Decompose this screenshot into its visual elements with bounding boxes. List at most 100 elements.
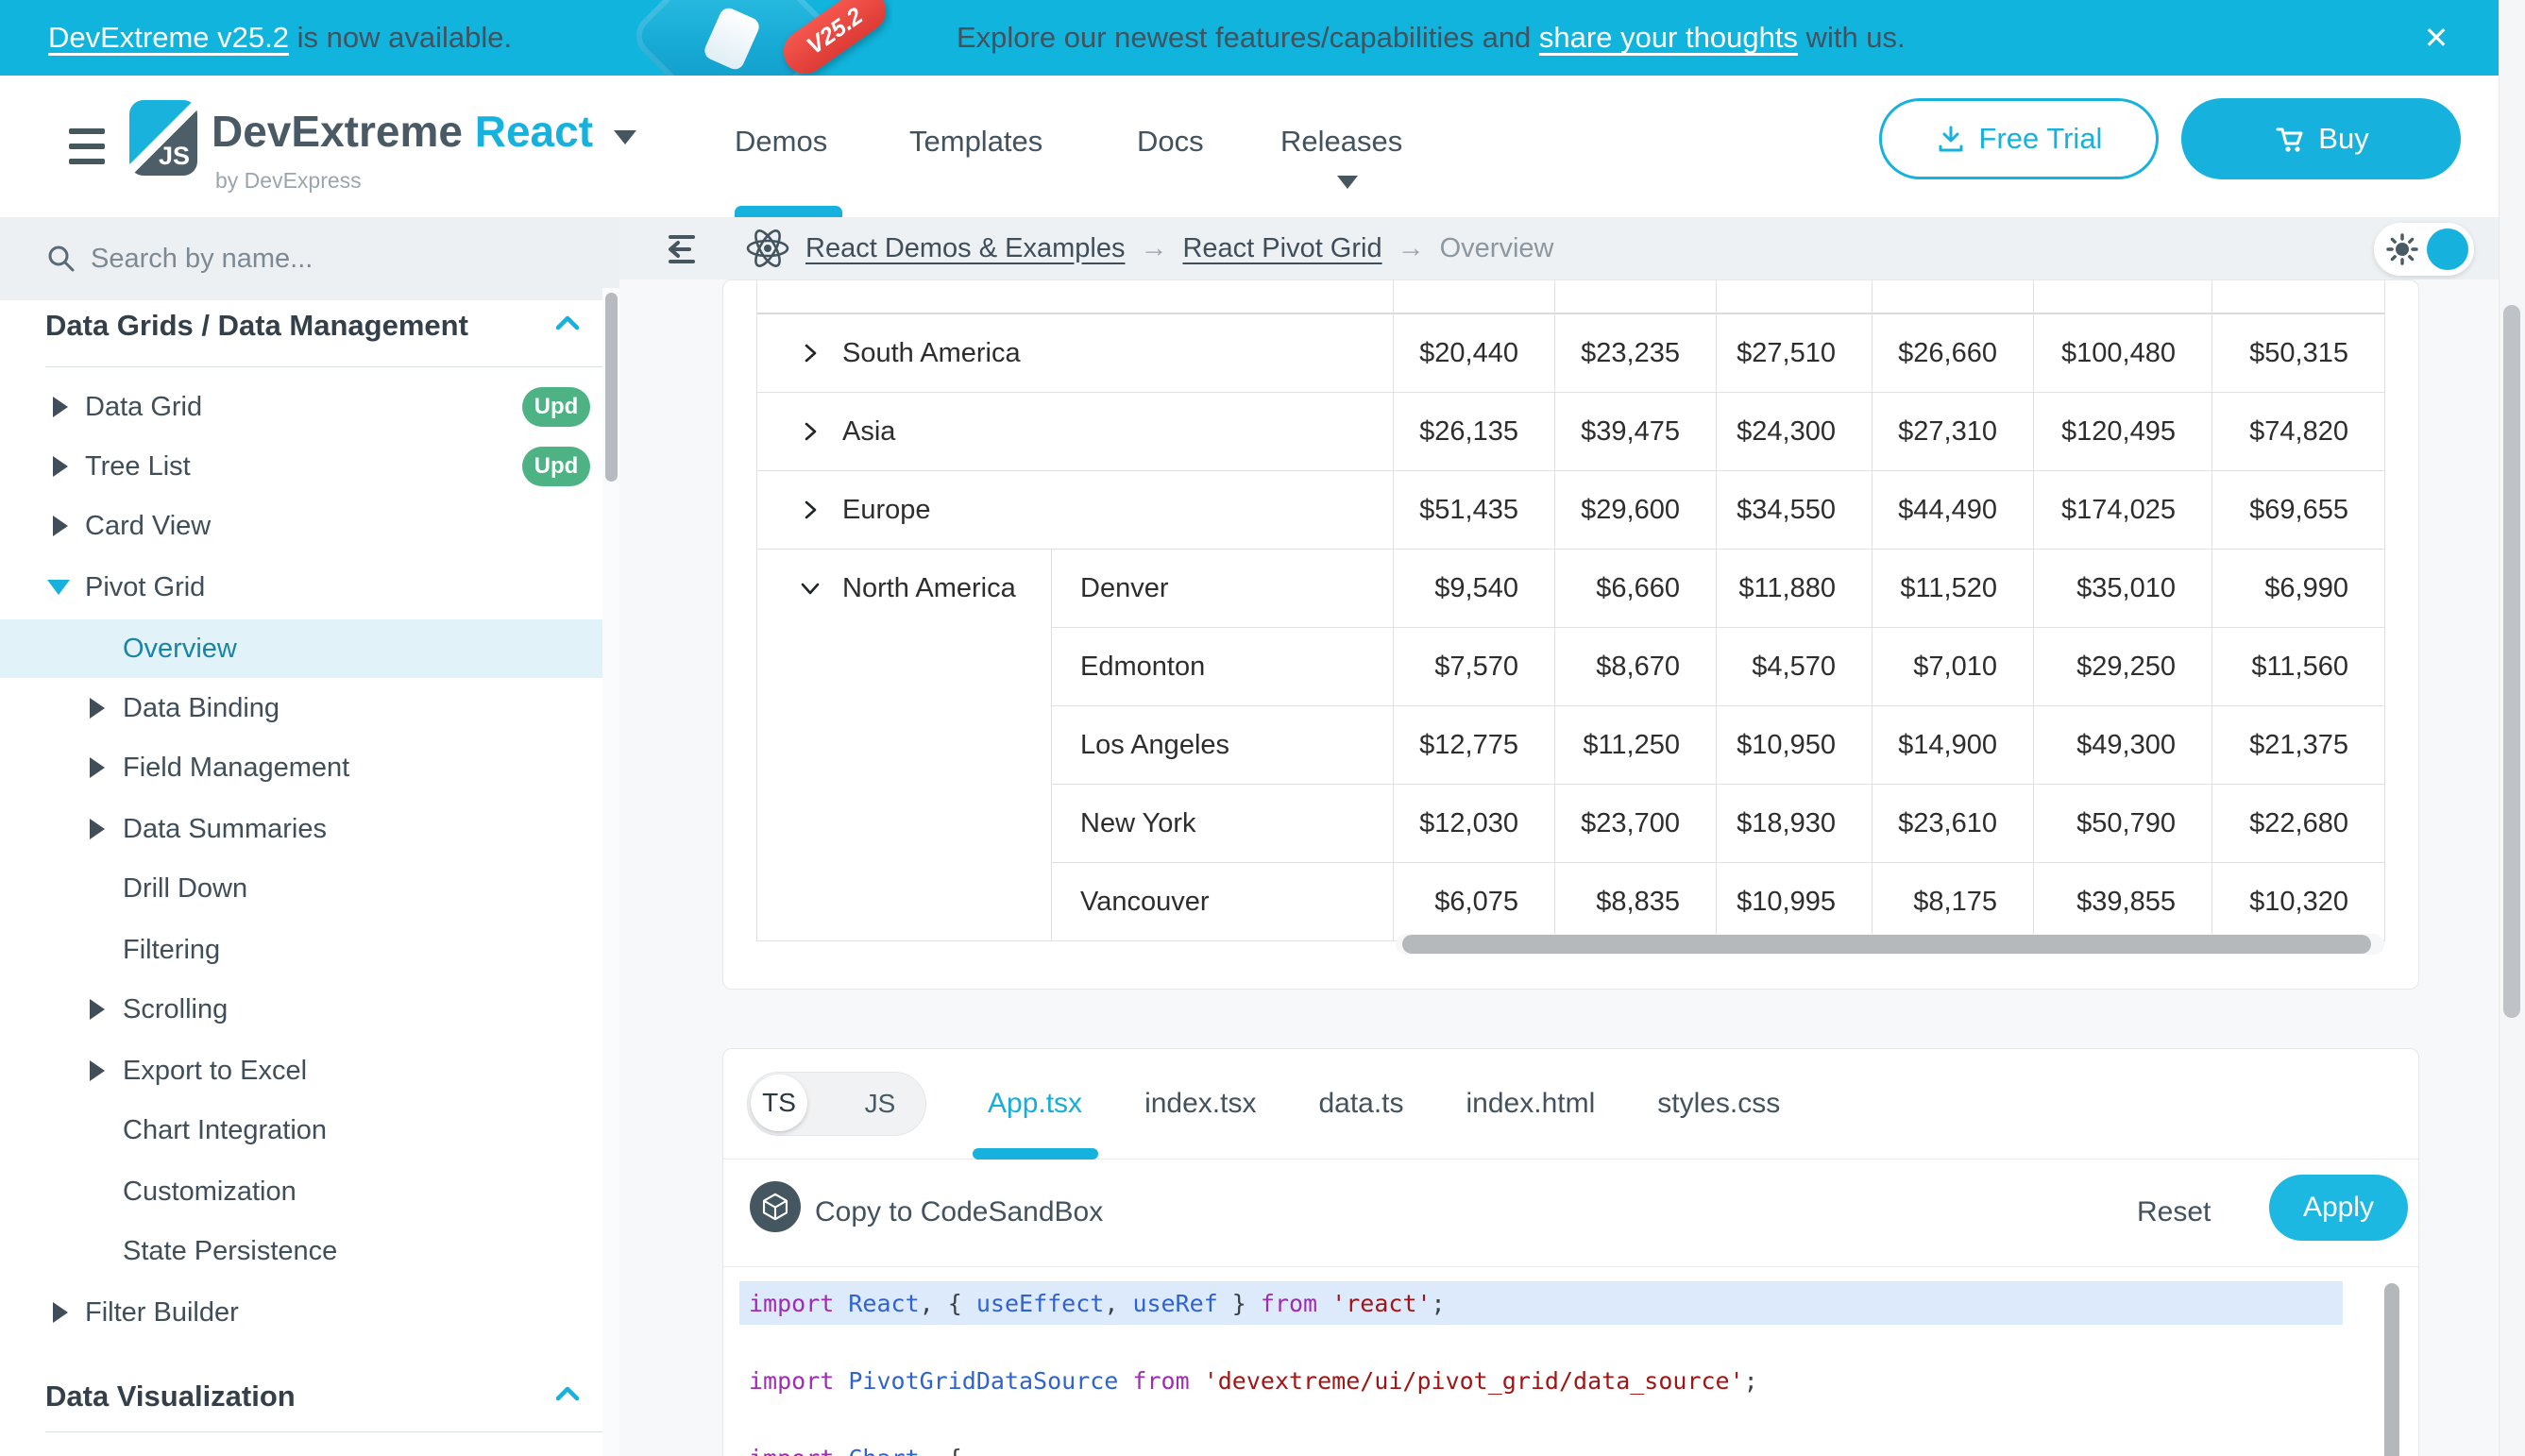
copy-to-codesandbox-button[interactable]: Copy to CodeSandBox xyxy=(815,1159,1103,1266)
sidebar-item-overview[interactable]: Overview xyxy=(0,619,604,678)
code-line-1[interactable]: import React, { useEffect, useRef } from… xyxy=(749,1281,1446,1325)
chevron-right-icon[interactable] xyxy=(797,340,823,366)
triangle-right-icon xyxy=(53,516,68,536)
chevron-right-icon[interactable] xyxy=(797,497,823,523)
scrollbar-thumb[interactable] xyxy=(1402,935,2371,954)
close-icon[interactable]: ✕ xyxy=(2414,15,2459,60)
nav-docs[interactable]: Docs xyxy=(1137,125,1204,159)
breadcrumb-link-demos[interactable]: React Demos & Examples xyxy=(805,233,1125,264)
page-scrollbar-thumb[interactable] xyxy=(2503,305,2520,1018)
framework-name[interactable]: React xyxy=(475,107,593,156)
city-label: Edmonton xyxy=(1052,628,1394,705)
sidebar-item-state-persistence[interactable]: State Persistence xyxy=(0,1222,604,1280)
code-line-3[interactable]: import Chart, { xyxy=(749,1436,962,1456)
sidebar-item-customization[interactable]: Customization xyxy=(0,1162,604,1221)
banner-version-link[interactable]: DevExtreme v25.2 xyxy=(48,21,289,55)
brand-byline: by DevExpress xyxy=(215,168,362,194)
apply-button[interactable]: Apply xyxy=(2269,1175,2408,1241)
sidebar-search[interactable] xyxy=(0,217,619,300)
triangle-down-icon xyxy=(47,580,70,595)
reset-button[interactable]: Reset xyxy=(2137,1159,2211,1266)
pivot-cell: $11,560 xyxy=(2212,628,2385,705)
nav-releases[interactable]: Releases xyxy=(1280,125,1402,159)
nav-templates[interactable]: Templates xyxy=(909,125,1042,159)
nav-demos[interactable]: Demos xyxy=(735,125,827,159)
sidebar-item-label: Data Summaries xyxy=(123,814,327,845)
sidebar-item-chart-integration[interactable]: Chart Integration xyxy=(0,1101,604,1160)
collapse-sidebar-icon[interactable] xyxy=(661,229,703,270)
sidebar-section-data-grids[interactable]: Data Grids / Data Management xyxy=(45,296,468,355)
sidebar-item-filter-builder[interactable]: Filter Builder xyxy=(0,1283,604,1342)
tab-index-tsx[interactable]: index.tsx xyxy=(1144,1088,1256,1120)
divider xyxy=(45,1431,604,1432)
react-logo-icon xyxy=(744,225,791,272)
pivot-cell: $35,010 xyxy=(2034,550,2212,627)
chevron-up-icon[interactable] xyxy=(553,1382,582,1405)
tab-data-ts[interactable]: data.ts xyxy=(1318,1088,1403,1120)
toggle-knob-ts[interactable]: TS xyxy=(751,1075,807,1131)
sidebar-item-data-binding[interactable]: Data Binding xyxy=(0,679,604,737)
sidebar-item-export-to-excel[interactable]: Export to Excel xyxy=(0,1041,604,1100)
pivot-cell: $39,475 xyxy=(1555,393,1717,470)
pivot-cell: $8,670 xyxy=(1555,628,1717,705)
sidebar-item-drill-down[interactable]: Drill Down xyxy=(0,859,604,918)
sun-icon xyxy=(2385,232,2419,266)
pivot-cell: $34,550 xyxy=(1717,471,1873,549)
breadcrumb-link-pivot-grid[interactable]: React Pivot Grid xyxy=(1182,233,1381,264)
sidebar-item-data-grid[interactable]: Data Grid Upd xyxy=(0,378,604,436)
download-icon xyxy=(1936,124,1966,154)
breadcrumb: React Demos & Examples → React Pivot Gri… xyxy=(805,217,1553,279)
pivot-cell: $11,520 xyxy=(1873,550,2034,627)
sidebar-item-tree-list[interactable]: Tree List Upd xyxy=(0,437,604,496)
code-token: import xyxy=(749,1445,834,1456)
pivot-cell: $100,480 xyxy=(2034,314,2212,392)
sidebar-item-pivot-grid[interactable]: Pivot Grid xyxy=(0,558,604,617)
pivot-horizontal-scrollbar[interactable] xyxy=(1396,934,2384,955)
free-trial-button[interactable]: Free Trial xyxy=(1879,98,2159,179)
code-vertical-scrollbar[interactable] xyxy=(2384,1283,2399,1456)
sidebar-scrollbar-thumb[interactable] xyxy=(605,293,618,482)
chevron-up-icon[interactable] xyxy=(553,312,582,334)
row-label: North America xyxy=(842,573,1016,604)
hamburger-menu-icon[interactable] xyxy=(69,128,105,164)
pivot-cell: $4,570 xyxy=(1717,628,1873,705)
chevron-down-icon[interactable] xyxy=(797,575,823,601)
tab-index-html[interactable]: index.html xyxy=(1466,1088,1596,1120)
row-label: Europe xyxy=(842,495,931,526)
codesandbox-icon[interactable] xyxy=(750,1181,801,1232)
code-token: useRef xyxy=(1132,1290,1217,1317)
code-tabbar: TS JS App.tsx index.tsx data.ts index.ht… xyxy=(723,1049,2418,1160)
sidebar-item-label: Customization xyxy=(123,1177,297,1208)
code-token: } xyxy=(1218,1290,1261,1317)
sidebar-section-data-visualization[interactable]: Data Visualization xyxy=(45,1367,296,1426)
pivot-cell: $10,950 xyxy=(1717,706,1873,784)
share-thoughts-link[interactable]: share your thoughts xyxy=(1539,21,1798,55)
triangle-right-icon xyxy=(90,1060,105,1081)
buy-button[interactable]: Buy xyxy=(2181,98,2461,179)
code-token: 'devextreme/ui/pivot_grid/data_source' xyxy=(1204,1367,1744,1395)
pivot-cell: $39,855 xyxy=(2034,863,2212,940)
tab-styles-css[interactable]: styles.css xyxy=(1657,1088,1780,1120)
pivot-cell: $120,495 xyxy=(2034,393,2212,470)
framework-caret-down-icon[interactable] xyxy=(614,130,636,144)
pivot-cell: $8,835 xyxy=(1555,863,1717,940)
tab-app-tsx[interactable]: App.tsx xyxy=(988,1088,1082,1120)
pivot-grid: South America $20,440 $23,235 $27,510 $2… xyxy=(756,280,2385,941)
banner-message-post: with us. xyxy=(1798,21,1906,55)
code-line-2[interactable]: import PivotGridDataSource from 'devextr… xyxy=(749,1359,1758,1402)
chevron-right-icon[interactable] xyxy=(797,418,823,445)
toggle-option-js[interactable]: JS xyxy=(847,1073,913,1135)
sidebar-item-filtering[interactable]: Filtering xyxy=(0,921,604,979)
sidebar-item-data-summaries[interactable]: Data Summaries xyxy=(0,800,604,858)
pivot-cell: $22,680 xyxy=(2212,785,2385,862)
pivot-row-edmonton: Edmonton $7,570 $8,670 $4,570 $7,010 $29… xyxy=(1052,628,2385,706)
search-input[interactable] xyxy=(89,243,546,276)
sidebar-item-card-view[interactable]: Card View xyxy=(0,497,604,555)
language-toggle[interactable]: TS JS xyxy=(747,1072,926,1136)
devextreme-js-logo[interactable]: JS xyxy=(129,100,197,176)
theme-toggle[interactable] xyxy=(2374,223,2474,276)
sidebar-item-scrolling[interactable]: Scrolling xyxy=(0,980,604,1039)
pivot-cell: $27,310 xyxy=(1873,393,2034,470)
sidebar-item-field-management[interactable]: Field Management xyxy=(0,738,604,797)
pivot-cell: $51,435 xyxy=(1394,471,1555,549)
